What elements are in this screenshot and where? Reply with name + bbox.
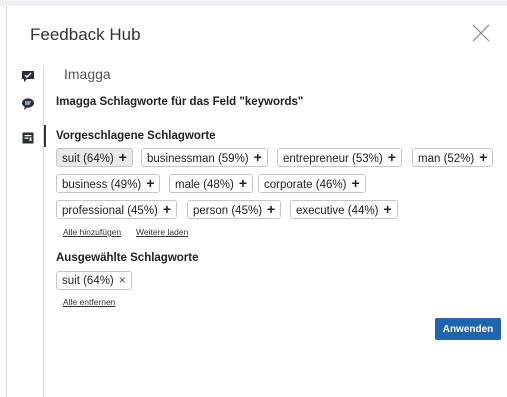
active-rail-indicator: [44, 125, 46, 147]
remove-all-link[interactable]: Alle entfernen: [63, 297, 115, 307]
add-icon: +: [238, 175, 247, 191]
add-icon: +: [162, 201, 172, 217]
plugin-title: Imagga: [64, 66, 111, 82]
comment-icon: [22, 98, 34, 110]
selected-tag[interactable]: suit (64%) ×: [56, 271, 132, 290]
add-icon: +: [351, 175, 360, 191]
rail-divider: [43, 67, 44, 397]
suggested-section-title: Vorgeschlagene Schlagworte: [56, 130, 216, 142]
suggested-tag[interactable]: entrepreneur (53%) +: [277, 148, 402, 167]
suggested-tag[interactable]: male (48%) +: [169, 174, 253, 193]
feedback-hub-panel: Feedback Hub Imagga Imagga Schlagworte f…: [6, 6, 506, 397]
comment-rail-button[interactable]: [21, 97, 35, 111]
apply-button[interactable]: Anwenden: [435, 318, 501, 340]
field-title: Imagga Schlagworte für das Feld "keyword…: [56, 96, 304, 108]
selected-section-title: Ausgewählte Schlagworte: [56, 252, 199, 264]
suggested-tag[interactable]: person (45%) +: [187, 200, 282, 219]
suggested-tag[interactable]: suit (64%) +: [56, 148, 133, 167]
add-icon: +: [253, 149, 262, 165]
suggested-tag[interactable]: executive (44%) +: [290, 200, 398, 219]
add-icon: +: [146, 175, 155, 191]
remove-icon[interactable]: ×: [119, 273, 126, 287]
add-icon: +: [387, 149, 396, 165]
feedback-rail-button[interactable]: [21, 69, 35, 83]
panel-title: Feedback Hub: [30, 25, 141, 44]
suggested-tag[interactable]: businessman (59%) +: [141, 148, 268, 167]
close-button[interactable]: [470, 22, 492, 44]
document-icon: [22, 132, 34, 144]
add-icon: +: [383, 201, 392, 217]
feedback-icon: [22, 71, 34, 82]
document-rail-button[interactable]: [21, 131, 35, 145]
add-icon: +: [118, 149, 127, 165]
add-all-link[interactable]: Alle hinzufügen: [63, 227, 121, 237]
suggested-tag[interactable]: professional (45%) +: [56, 200, 178, 219]
add-icon: +: [479, 149, 488, 165]
add-icon: +: [267, 201, 276, 217]
close-icon: [472, 24, 490, 42]
suggested-tag[interactable]: man (52%) +: [412, 148, 494, 167]
suggested-tag[interactable]: corporate (46%) +: [258, 174, 366, 193]
load-more-link[interactable]: Weitere laden: [136, 227, 188, 237]
suggested-tag[interactable]: business (49%) +: [56, 174, 161, 193]
